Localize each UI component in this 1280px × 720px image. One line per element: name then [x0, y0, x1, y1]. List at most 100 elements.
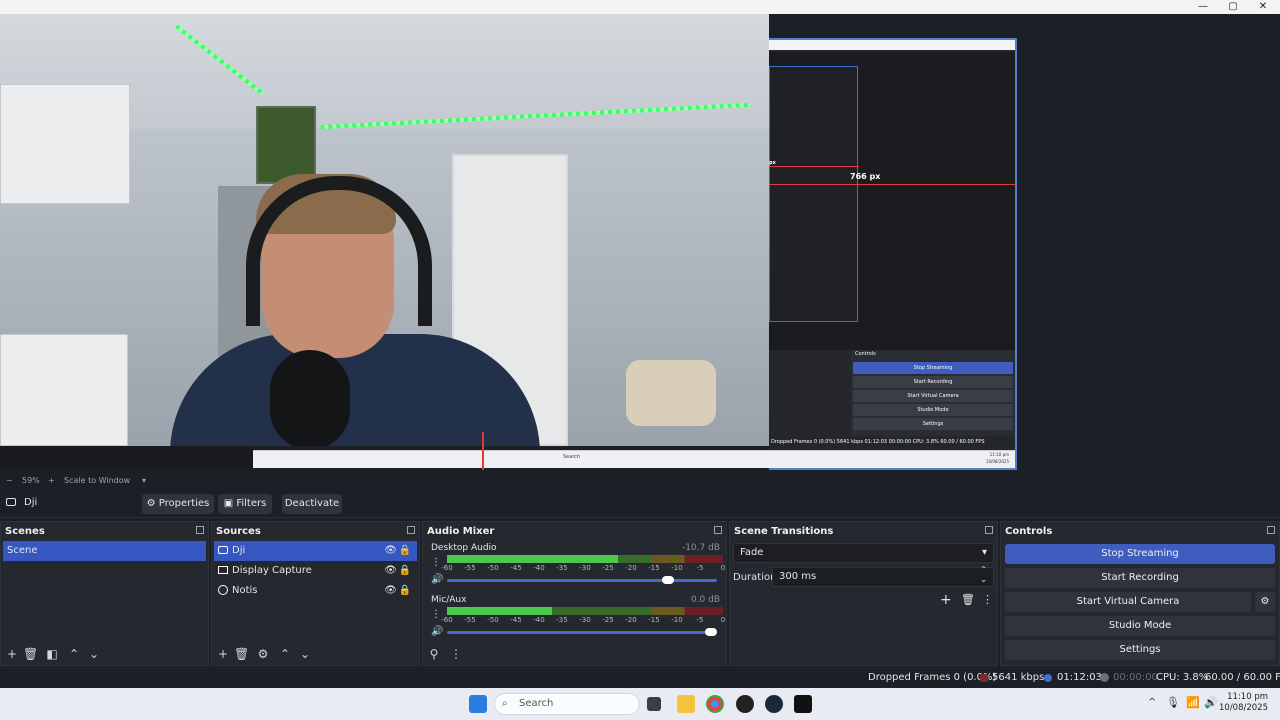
trash-icon[interactable]: 🗑	[234, 647, 249, 661]
zoom-out-button[interactable]: −	[6, 476, 13, 485]
eye-icon[interactable]: 👁	[384, 561, 397, 581]
source-context-bar: Dji ⚙ Properties ▣ Filters Deactivate	[0, 490, 1280, 518]
meter-tick-label: -10	[671, 564, 683, 572]
meter-tick-label: -10	[671, 616, 683, 624]
tray-chevron-icon[interactable]: ^	[1148, 697, 1156, 708]
add-icon[interactable]: +	[216, 647, 230, 661]
studio-mode-button[interactable]: Studio Mode	[1005, 616, 1275, 636]
add-icon[interactable]: +	[5, 647, 19, 661]
speaker-icon[interactable]: 🔊	[431, 626, 443, 637]
transition-select[interactable]: Fade ▾	[733, 543, 994, 563]
scene-item[interactable]: Scene	[3, 541, 206, 561]
meter-tick-label: -35	[556, 616, 568, 624]
trash-icon[interactable]: 🗑	[961, 593, 975, 606]
maximize-button[interactable]: ▢	[1218, 0, 1248, 14]
menu-dots-icon[interactable]: ⋮	[982, 593, 993, 606]
volume-handle[interactable]	[661, 576, 674, 584]
webcam-source-image	[0, 14, 769, 446]
meter-tick-label: -45	[510, 616, 522, 624]
settings-dots-icon[interactable]: ⋮	[431, 557, 441, 568]
zoom-in-button[interactable]: +	[48, 476, 55, 485]
settings-button[interactable]: Settings	[1005, 640, 1275, 660]
obs-icon[interactable]	[736, 695, 754, 713]
advanced-audio-icon[interactable]: ⚲	[427, 647, 441, 661]
volume-slider[interactable]	[447, 576, 717, 584]
clock-time: 11:10 pm	[1227, 692, 1268, 702]
start-virtual-camera-button[interactable]: Start Virtual Camera	[1005, 592, 1251, 612]
duration-input[interactable]: 300 ms ⌃ ⌄	[772, 565, 994, 587]
move-up-icon[interactable]: ⌃	[67, 647, 81, 661]
wifi-icon[interactable]: 📶	[1186, 696, 1200, 709]
settings-dots-icon[interactable]: ⋮	[431, 609, 441, 620]
scale-mode-label[interactable]: Scale to Window	[64, 476, 130, 485]
dock-float-icon[interactable]	[196, 526, 204, 534]
scale-mode-dropdown-icon[interactable]: ▾	[142, 476, 146, 485]
stop-streaming-button[interactable]: Stop Streaming	[1005, 544, 1275, 564]
red-guide-line	[769, 166, 859, 167]
inner-taskbar: Search 11:10 pm 10/08/2025	[253, 450, 1015, 468]
inner-search: Search	[563, 454, 581, 460]
display-capture-window: px 766 px Controls Stop Streaming Start …	[253, 38, 1017, 470]
inner-start-virtual-camera: Start Virtual Camera	[853, 390, 1013, 402]
move-down-icon[interactable]: ⌄	[298, 647, 312, 661]
gear-icon: ⚙	[146, 498, 156, 509]
fps: 60.00 / 60.00 FPS	[1205, 672, 1280, 683]
inner-start-recording: Start Recording	[853, 376, 1013, 388]
camera-icon	[218, 546, 228, 554]
status-bar: Dropped Frames 0 (0.0%) 5641 kbps 01:12:…	[0, 668, 1280, 688]
kitchen-cabinet	[0, 84, 130, 204]
bag	[626, 360, 716, 426]
source-item-notis[interactable]: Notis 👁 🔒	[214, 581, 417, 601]
move-up-icon[interactable]: ⌃	[278, 647, 292, 661]
filters-button[interactable]: ▣ Filters	[218, 494, 272, 514]
meter-tick-label: -30	[579, 616, 591, 624]
dock-float-icon[interactable]	[714, 526, 722, 534]
lock-icon[interactable]: 🔒	[399, 581, 411, 601]
volume-icon[interactable]: 🔊	[1204, 696, 1218, 709]
dock-float-icon[interactable]	[407, 526, 415, 534]
volume-slider[interactable]	[447, 628, 717, 636]
source-item-dji[interactable]: Dji 👁 🔒	[214, 541, 417, 561]
minimize-button[interactable]: —	[1188, 0, 1218, 14]
lock-icon[interactable]: 🔒	[399, 541, 411, 561]
stepper-icon[interactable]: ⌃ ⌄	[980, 565, 987, 585]
inner-controls-title: Controls	[855, 351, 876, 357]
preview-canvas[interactable]: px 766 px Controls Stop Streaming Start …	[0, 14, 1280, 474]
windows-start-icon[interactable]	[469, 695, 487, 713]
scenes-dock: Scenes Scene + 🗑 ◧ ⌃ ⌄	[0, 521, 209, 666]
move-down-icon[interactable]: ⌄	[87, 647, 101, 661]
eye-icon[interactable]: 👁	[384, 541, 397, 561]
taskbar-clock[interactable]: 11:10 pm 10/08/2025	[1219, 692, 1268, 714]
microphone-icon[interactable]: 🎙	[1166, 696, 1180, 709]
trash-icon[interactable]: 🗑	[23, 647, 38, 661]
windows-taskbar: ⌕ Search ^ 🎙 📶 🔊 11:10 pm 10/08/2025	[0, 688, 1280, 720]
gear-icon[interactable]: ⚙	[256, 647, 270, 661]
lock-icon[interactable]: 🔒	[399, 561, 411, 581]
close-button[interactable]: ✕	[1248, 0, 1278, 14]
eye-icon[interactable]: 👁	[384, 581, 397, 601]
call-of-duty-icon[interactable]	[794, 695, 812, 713]
record-indicator-icon	[1100, 673, 1109, 682]
inner-settings: Settings	[853, 418, 1013, 430]
scene-transitions-dock: Scene Transitions Fade ▾ Duration 300 ms…	[729, 521, 998, 666]
dock-float-icon[interactable]	[1267, 526, 1275, 534]
menu-dots-icon[interactable]: ⋮	[449, 647, 463, 661]
source-item-display-capture[interactable]: Display Capture 👁 🔒	[214, 561, 417, 581]
add-icon[interactable]: +	[940, 592, 952, 608]
speaker-icon[interactable]: 🔊	[431, 574, 443, 585]
source-label: Display Capture	[232, 565, 312, 576]
deactivate-button[interactable]: Deactivate	[282, 494, 342, 514]
chrome-icon[interactable]	[706, 695, 724, 713]
start-recording-button[interactable]: Start Recording	[1005, 568, 1275, 588]
dock-float-icon[interactable]	[985, 526, 993, 534]
file-explorer-icon[interactable]	[677, 695, 695, 713]
properties-button[interactable]: ⚙ Properties	[142, 494, 214, 514]
task-view-icon[interactable]	[647, 697, 661, 711]
filter-icon[interactable]: ◧	[45, 647, 59, 661]
volume-handle[interactable]	[705, 628, 717, 636]
meter-tick-label: -5	[696, 564, 704, 572]
virtual-camera-gear-icon[interactable]: ⚙	[1255, 592, 1275, 612]
camera-icon	[6, 498, 16, 506]
taskbar-search[interactable]: ⌕ Search	[494, 693, 640, 715]
steam-icon[interactable]	[765, 695, 783, 713]
